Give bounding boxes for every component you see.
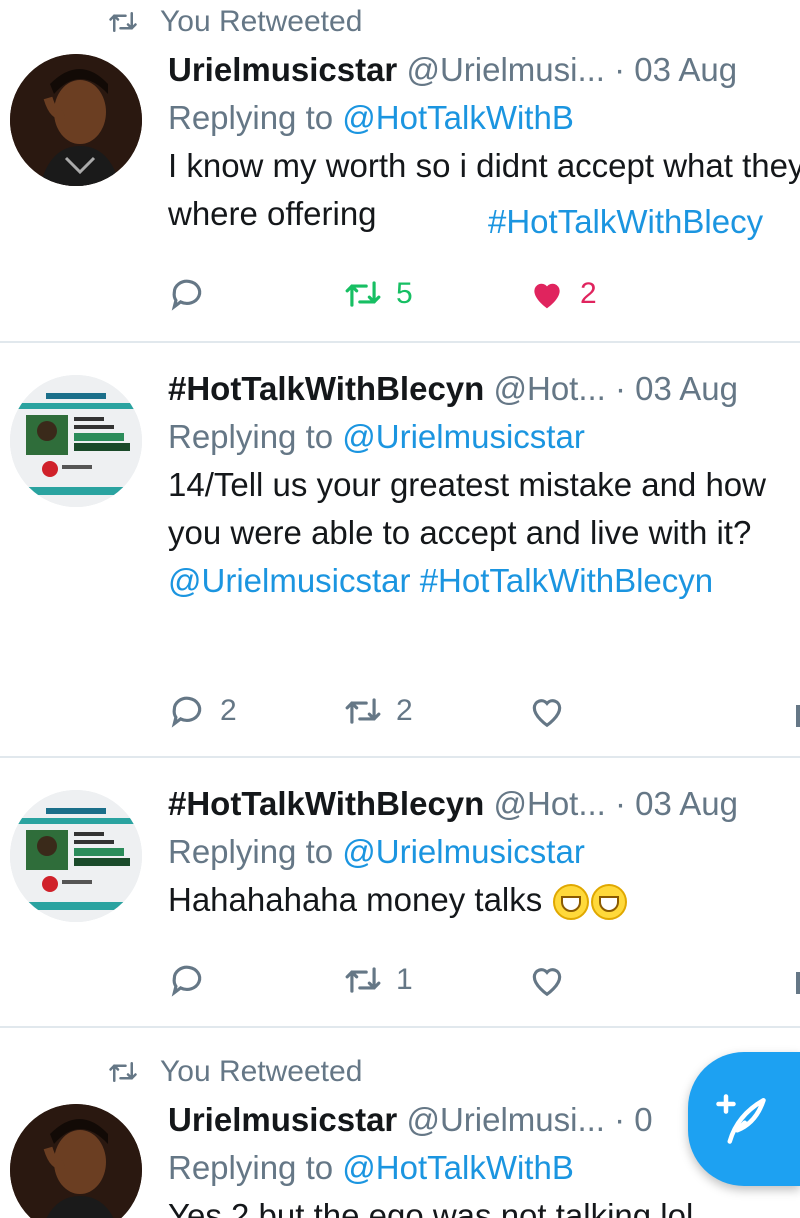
tweet-text: Yes 2 but the ego was not talking lol — [168, 1192, 800, 1218]
replying-to-link[interactable]: @HotTalkWithB — [342, 1149, 574, 1186]
tweet-card[interactable]: #HotTalkWithBlecyn @Hot... · 03 Aug Repl… — [0, 343, 800, 757]
avatar[interactable] — [10, 1104, 142, 1218]
replying-to-line: Replying to @HotTalkWithB — [168, 94, 800, 142]
tweet-text: 14/Tell us your greatest mistake and how… — [168, 461, 778, 605]
replying-to-link[interactable]: @Urielmusicstar — [342, 418, 585, 455]
avatar[interactable] — [10, 375, 142, 507]
tweet-card[interactable]: You Retweeted Urielmusicstar @Urielmusi.… — [0, 0, 800, 342]
like-button[interactable]: 2 — [528, 272, 597, 316]
retweet-button[interactable]: 2 — [344, 689, 413, 733]
replying-prefix: Replying to — [168, 418, 334, 455]
reply-button[interactable]: 2 — [168, 689, 237, 733]
heart-outline-icon — [532, 699, 562, 728]
replying-prefix: Replying to — [168, 1149, 334, 1186]
tweet-header: #HotTalkWithBlecyn @Hot... · 03 Aug — [168, 365, 800, 413]
mention-link[interactable]: @Urielmusicstar — [168, 562, 411, 599]
reply-icon — [171, 279, 202, 311]
tweet-card[interactable]: You Retweeted Urielmusicstar @Urielmusi.… — [0, 1028, 800, 1218]
retweet-icon — [345, 967, 381, 993]
display-name[interactable]: #HotTalkWithBlecyn — [168, 785, 484, 822]
compose-tweet-button[interactable] — [688, 1052, 800, 1186]
heart-outline-icon — [532, 968, 562, 997]
reply-button[interactable] — [168, 272, 220, 316]
retweet-icon — [109, 12, 137, 32]
retweet-button[interactable]: 5 — [344, 272, 413, 316]
replying-prefix: Replying to — [168, 833, 334, 870]
scroll-indicator — [796, 972, 800, 994]
hashtag-link[interactable]: #HotTalkWithBlecy — [488, 203, 763, 240]
retweet-count: 2 — [396, 694, 413, 727]
replying-to-line: Replying to @Urielmusicstar — [168, 413, 800, 461]
profile-photo-woman-icon — [10, 54, 142, 186]
reply-button[interactable] — [168, 958, 220, 1002]
display-name[interactable]: Urielmusicstar — [168, 1101, 397, 1138]
like-button[interactable] — [528, 958, 566, 1002]
tweet-text-body: Yes 2 but the ego was not talking lol — [168, 1197, 694, 1218]
reply-count: 2 — [220, 694, 237, 727]
display-name[interactable]: #HotTalkWithBlecyn — [168, 370, 484, 407]
replying-prefix: Replying to — [168, 99, 334, 136]
retweet-context: You Retweeted — [108, 4, 362, 40]
tweet-text-body: 14/Tell us your greatest mistake and how… — [168, 466, 766, 551]
user-handle[interactable]: @Urielmusi... — [406, 1101, 605, 1138]
tweet-date[interactable]: · 03 Aug — [614, 51, 737, 88]
tweet-header: Urielmusicstar @Urielmusi... · 03 Aug — [168, 46, 800, 94]
user-handle[interactable]: @Urielmusi... — [406, 51, 605, 88]
tweet-text: Hahahahaha money talks — [168, 876, 800, 924]
profile-photo-woman-icon — [10, 1104, 142, 1218]
retweet-icon — [345, 281, 381, 307]
grinning-squinting-face-icon — [591, 884, 628, 921]
tweet-date[interactable]: · 03 Aug — [615, 785, 738, 822]
retweeted-label: You Retweeted — [160, 1055, 363, 1088]
grinning-squinting-face-icon — [553, 884, 590, 921]
replying-to-link[interactable]: @Urielmusicstar — [342, 833, 585, 870]
retweet-icon — [109, 1062, 137, 1082]
display-name[interactable]: Urielmusicstar — [168, 51, 397, 88]
tweet-date[interactable]: · 0 — [614, 1101, 653, 1138]
reply-icon — [171, 965, 202, 997]
replying-to-link[interactable]: @HotTalkWithB — [342, 99, 574, 136]
retweet-count: 1 — [396, 963, 413, 996]
avatar[interactable] — [10, 790, 142, 922]
like-count: 2 — [580, 277, 597, 310]
tweet-text-body: Hahahahaha money talks — [168, 881, 543, 918]
show-flyer-avatar-icon — [10, 790, 142, 922]
heart-filled-icon — [534, 283, 560, 309]
compose-tweet-icon — [716, 1094, 766, 1144]
retweet-button[interactable]: 1 — [344, 958, 413, 1002]
retweet-icon — [345, 698, 381, 724]
tweet-date[interactable]: · 03 Aug — [615, 370, 738, 407]
tweet-card[interactable]: #HotTalkWithBlecyn @Hot... · 03 Aug Repl… — [0, 758, 800, 1026]
like-button[interactable] — [528, 689, 566, 733]
user-handle[interactable]: @Hot... — [493, 785, 605, 822]
retweet-count: 5 — [396, 277, 413, 310]
retweeted-label: You Retweeted — [160, 5, 363, 38]
avatar[interactable] — [10, 54, 142, 186]
reply-icon — [171, 696, 202, 728]
hashtag-link[interactable]: #HotTalkWithBlecyn — [420, 562, 713, 599]
scroll-indicator — [796, 705, 800, 727]
tweet-header: #HotTalkWithBlecyn @Hot... · 03 Aug — [168, 780, 800, 828]
user-handle[interactable]: @Hot... — [493, 370, 605, 407]
show-flyer-avatar-icon — [10, 375, 142, 507]
replying-to-line: Replying to @Urielmusicstar — [168, 828, 800, 876]
retweet-context: You Retweeted — [108, 1054, 362, 1090]
